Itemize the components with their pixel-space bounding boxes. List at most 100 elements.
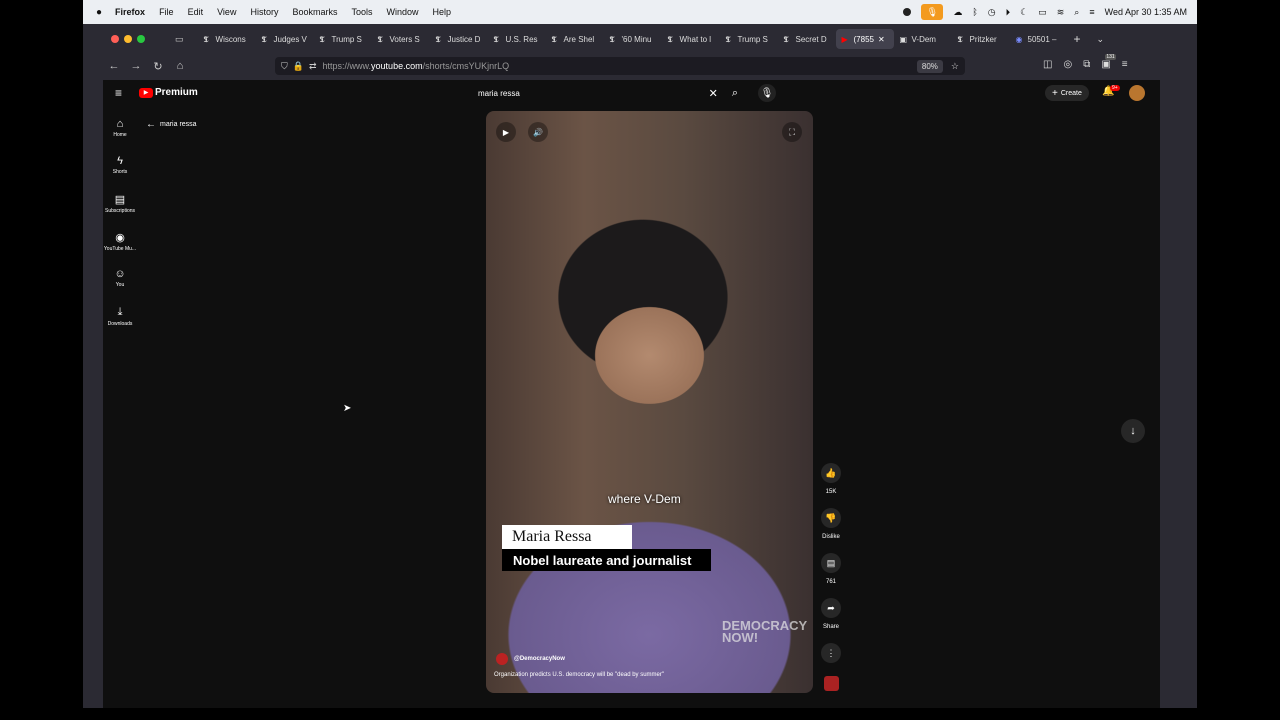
volume-icon[interactable]: 🔊	[528, 122, 548, 142]
channel-avatar[interactable]	[496, 653, 508, 665]
thumbs-down-icon: 👎	[825, 512, 837, 523]
menu-tools[interactable]: Tools	[351, 7, 372, 17]
close-window-button[interactable]	[111, 35, 119, 43]
spotlight-search-icon[interactable]: ⌕	[1074, 7, 1079, 18]
microphone-icon[interactable]: 🎙	[921, 4, 944, 20]
tab-overview-icon[interactable]: ▭	[175, 34, 184, 45]
back-icon[interactable]: ←	[103, 60, 125, 72]
video-description[interactable]: Organization predicts U.S. democracy wil…	[494, 672, 664, 678]
minimize-window-button[interactable]	[124, 35, 132, 43]
sidebar-item-you[interactable]: ☺ You	[100, 268, 140, 288]
bookmark-star-icon[interactable]: ☆	[951, 61, 959, 72]
url-bar[interactable]: ⛉ 🔒 ⇄ https://www. youtube.com/shorts/cms…	[275, 57, 965, 75]
pocket-icon[interactable]: ◫	[1043, 59, 1052, 70]
sidebar-item-subscriptions[interactable]: ▤ Subscriptions	[100, 193, 140, 214]
tab-5[interactable]: 𝕿 U.S. Res	[488, 29, 546, 49]
shorts-video-player[interactable]	[486, 111, 813, 693]
more-options-button[interactable]: ⋮	[821, 643, 841, 663]
tab-list-chevron-icon[interactable]: ⌄	[1097, 34, 1105, 45]
menu-file[interactable]: File	[159, 7, 174, 17]
apple-icon[interactable]: ●	[96, 7, 102, 18]
search-back-link[interactable]: ← maria ressa	[146, 119, 197, 130]
tab-1[interactable]: 𝕿 Judges V	[256, 29, 314, 49]
tab-2[interactable]: 𝕿 Trump S	[314, 29, 372, 49]
record-icon[interactable]	[903, 8, 912, 16]
lock-icon[interactable]: 🔒	[293, 61, 304, 72]
reload-icon[interactable]: ↻	[147, 60, 169, 73]
forward-icon[interactable]: →	[125, 60, 147, 72]
tab-10[interactable]: 𝕿 Secret D	[778, 29, 836, 49]
zoom-window-button[interactable]	[137, 35, 145, 43]
extension-badge-icon[interactable]: ▣ 131	[1101, 54, 1116, 70]
time-machine-icon[interactable]: ◷	[988, 7, 996, 18]
create-button[interactable]: + Create	[1045, 85, 1089, 101]
menu-clock[interactable]: Wed Apr 30 1:35 AM	[1105, 7, 1187, 17]
search-input[interactable]: maria ressa	[478, 89, 709, 98]
close-tab-icon[interactable]: ✕	[878, 35, 885, 44]
moon-icon[interactable]: ☾	[1020, 7, 1028, 18]
zoom-level-badge[interactable]: 80%	[916, 59, 943, 73]
menu-help[interactable]: Help	[433, 7, 452, 17]
sidebar-item-youtube-music[interactable]: ◉ YouTube Mu...	[100, 231, 140, 252]
new-tab-icon[interactable]: +	[1074, 32, 1081, 46]
sidebar-item-label: Home	[113, 132, 127, 138]
control-center-icon[interactable]: ≡	[1089, 7, 1094, 17]
tab-13[interactable]: 𝕿 Pritzker	[952, 29, 1010, 49]
channel-row[interactable]: @DemocracyNow	[496, 653, 565, 665]
tab-7[interactable]: 𝕿 '60 Minu	[604, 29, 662, 49]
menu-window[interactable]: Window	[387, 7, 419, 17]
tab-active-youtube[interactable]: ▶ (7855 ✕	[835, 29, 894, 49]
nyt-icon: 𝕿	[551, 33, 557, 44]
dislike-button[interactable]: 👎	[821, 508, 841, 528]
hamburger-menu-icon[interactable]: ≡	[115, 86, 122, 100]
voice-search-icon[interactable]: 🎙	[758, 84, 776, 102]
tab-12[interactable]: ▣ V-Dem	[894, 29, 952, 49]
tab-6[interactable]: 𝕿 Are Shel	[546, 29, 604, 49]
menu-view[interactable]: View	[217, 7, 236, 17]
tab-9[interactable]: 𝕿 Trump S	[720, 29, 778, 49]
bluetooth-icon[interactable]: ᛒ	[972, 7, 977, 17]
sidebar-item-label: You	[115, 282, 125, 288]
youtube-logo[interactable]: ▶ Premium	[139, 87, 198, 98]
tab-0[interactable]: 𝕿 Wiscons	[198, 29, 256, 49]
sidebar-item-label: Shorts	[112, 169, 128, 175]
tab-4[interactable]: 𝕿 Justice D	[430, 29, 488, 49]
shield-icon[interactable]: ⛉	[281, 61, 288, 72]
nyt-icon: 𝕿	[667, 33, 673, 44]
nyt-icon: 𝕿	[377, 33, 383, 44]
extensions-icon[interactable]: ⧉	[1083, 59, 1090, 70]
tab-3[interactable]: 𝕿 Voters S	[372, 29, 430, 49]
battery-icon[interactable]: ▭	[1038, 7, 1047, 18]
menu-bookmarks[interactable]: Bookmarks	[292, 7, 337, 17]
permissions-icon[interactable]: ⇄	[309, 61, 317, 72]
tab-bar: ▭ 𝕿 Wiscons 𝕿 Judges V 𝕿 Trump S 𝕿 Voters S …	[103, 28, 1160, 50]
sidebar-item-home[interactable]: ⌂ Home	[100, 118, 140, 138]
share-button[interactable]: ➦	[821, 598, 841, 618]
tab-14[interactable]: ◉ 50501 –	[1010, 29, 1068, 49]
wifi-icon[interactable]: ≋	[1057, 7, 1065, 18]
sidebar-item-label: YouTube Mu...	[103, 246, 137, 252]
url-prefix: https://www.	[322, 61, 372, 71]
tab-8[interactable]: 𝕿 What to l	[662, 29, 720, 49]
menu-app-name[interactable]: Firefox	[115, 7, 145, 17]
clear-search-icon[interactable]: ✕	[709, 87, 718, 100]
comments-button[interactable]: ▤	[821, 553, 841, 573]
home-icon[interactable]: ⌂	[169, 60, 191, 72]
cloud-icon[interactable]: ☁	[953, 7, 962, 18]
channel-handle[interactable]: @DemocracyNow	[514, 656, 565, 662]
play-circle-icon[interactable]: ⏵	[1006, 7, 1011, 18]
sidebar-item-downloads[interactable]: ⤓ Downloads	[100, 306, 140, 327]
menu-edit[interactable]: Edit	[188, 7, 204, 17]
sidebar-item-shorts[interactable]: ϟ Shorts	[100, 155, 140, 175]
app-menu-icon[interactable]: ≡	[1122, 59, 1128, 70]
like-button[interactable]: 👍	[821, 463, 841, 483]
next-short-button[interactable]: ↓	[1121, 419, 1145, 443]
menu-history[interactable]: History	[250, 7, 278, 17]
avatar[interactable]	[1129, 85, 1145, 101]
play-button[interactable]: ▶	[496, 122, 516, 142]
search-icon[interactable]: ⌕	[732, 87, 738, 100]
fullscreen-icon[interactable]: ⛶	[782, 122, 802, 142]
account-icon[interactable]: ◎	[1063, 59, 1072, 70]
tab-label: 50501 –	[1027, 34, 1057, 44]
sound-thumbnail[interactable]	[824, 676, 839, 691]
